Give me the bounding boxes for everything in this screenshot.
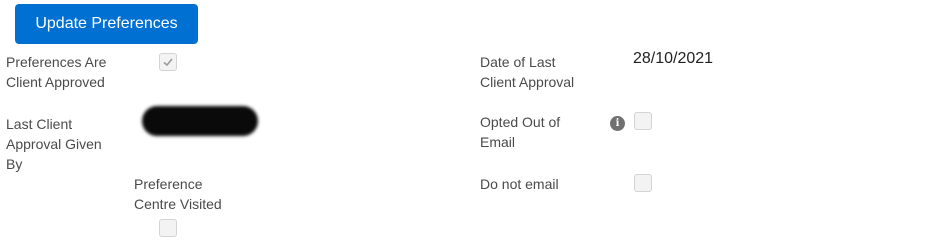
info-icon[interactable]: i: [610, 116, 625, 131]
opted-out-email-checkbox[interactable]: [634, 112, 652, 130]
do-not-email-checkbox[interactable]: [634, 174, 652, 192]
preferences-approved-label: Preferences Are Client Approved: [6, 54, 107, 90]
do-not-email-label: Do not email: [480, 176, 559, 192]
preference-centre-visited-label: Preference Centre Visited: [134, 176, 222, 212]
checkmark-icon: [163, 58, 173, 67]
preferences-approved-checkbox[interactable]: [159, 53, 177, 71]
update-preferences-button[interactable]: Update Preferences: [15, 4, 198, 44]
redacted-approver-name: [142, 106, 258, 136]
preference-centre-visited-checkbox[interactable]: [159, 219, 177, 237]
preferences-panel: Update Preferences Preferences Are Clien…: [0, 0, 949, 247]
date-last-approval-value: 28/10/2021: [633, 50, 714, 67]
last-approval-by-label: Last Client Approval Given By: [6, 116, 102, 172]
opted-out-email-label: Opted Out of Email: [480, 114, 561, 150]
date-last-approval-label: Date of Last Client Approval: [480, 54, 575, 90]
